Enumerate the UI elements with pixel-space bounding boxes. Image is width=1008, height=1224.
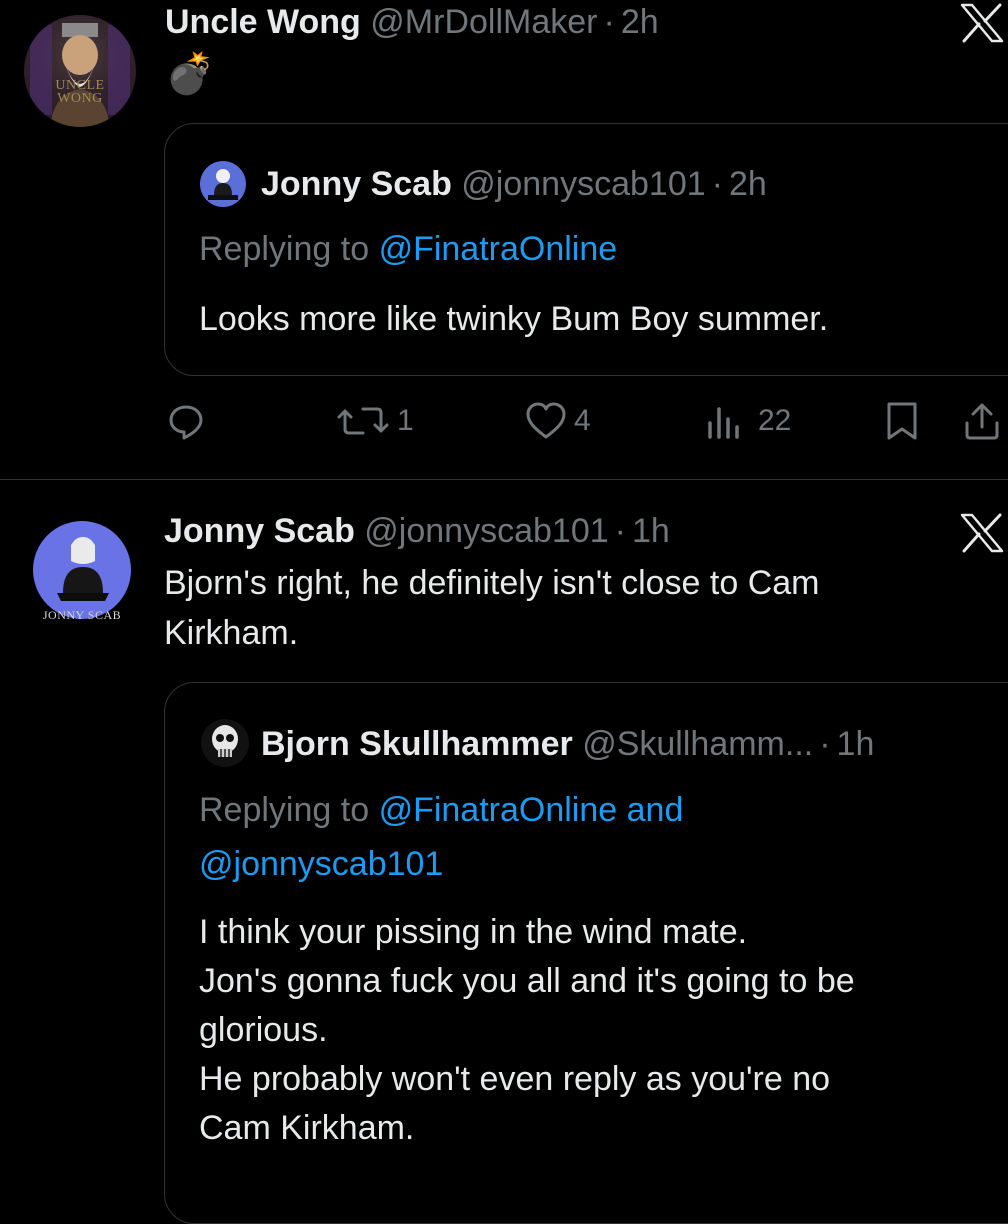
tweet-time[interactable]: 1h	[632, 512, 670, 550]
tweet-header: Jonny Scab @jonnyscab101 · 1h	[164, 506, 670, 556]
quote-header: Jonny Scab @jonnyscab101 · 2h	[261, 160, 767, 208]
share-icon	[965, 403, 999, 440]
avatar-uncle-wong[interactable]: UNCLE WONG	[24, 15, 136, 127]
reply-icon	[169, 405, 203, 440]
author-handle[interactable]: @jonnyscab101	[364, 512, 608, 550]
tweet-body-line: Kirkham.	[164, 614, 299, 652]
quote-author-name[interactable]: Jonny Scab	[261, 165, 452, 203]
retweet-icon	[337, 407, 389, 435]
quote-body: Looks more like twinky Bum Boy summer.	[199, 300, 829, 338]
retweet-button[interactable]: 1	[335, 399, 414, 443]
avatar-caption: JONNY SCAB	[42, 608, 122, 622]
quote-time[interactable]: 1h	[837, 725, 875, 763]
jonny-scab-figure-icon	[208, 169, 238, 200]
replying-to-label: Replying to	[199, 230, 370, 268]
quote-replying-to: Replying to @FinatraOnline and @jonnysca…	[199, 783, 683, 891]
x-logo-icon[interactable]	[960, 513, 1004, 558]
views-button[interactable]: 22	[704, 399, 791, 443]
retweet-count: 1	[397, 404, 414, 437]
mention-link[interactable]: @jonnyscab101	[199, 845, 443, 883]
avatar-jonny-scab[interactable]	[33, 521, 131, 619]
mention-link[interactable]: @FinatraOnline	[379, 230, 618, 268]
bookmark-icon	[887, 402, 917, 440]
uncle-wong-portrait-icon	[24, 15, 136, 127]
author-name[interactable]: Uncle Wong	[165, 3, 361, 41]
dot-separator: ·	[819, 725, 831, 763]
quote-body-line: I think your pissing in the wind mate.	[199, 913, 748, 951]
author-handle[interactable]: @MrDollMaker	[370, 3, 597, 41]
tweet-body-line: Bjorn's right, he definitely isn't close…	[164, 564, 820, 602]
quote-body-line: Cam Kirkham.	[199, 1109, 415, 1147]
replying-to-label: Replying to	[199, 791, 370, 829]
quote-author-handle[interactable]: @Skullhamm...	[582, 725, 813, 763]
bomb-emoji: 💣	[165, 52, 215, 96]
tweet-body: Bjorn's right, he definitely isn't close…	[164, 558, 820, 658]
views-count: 22	[758, 404, 792, 437]
like-count: 4	[574, 404, 591, 437]
mention-link[interactable]: @FinatraOnline and	[379, 791, 684, 829]
quote-body-line: Jon's gonna fuck you all and it's going …	[199, 962, 855, 1000]
jonny-scab-figure-icon	[57, 537, 109, 601]
quote-avatar-bjorn[interactable]	[201, 719, 249, 767]
quote-body-line: glorious.	[199, 1011, 328, 1049]
skull-icon	[212, 725, 238, 757]
tweet-divider	[0, 479, 1008, 480]
quote-body-line: He probably won't even reply as you're n…	[199, 1060, 831, 1098]
quote-author-name[interactable]: Bjorn Skullhammer	[261, 725, 573, 763]
tweet-time[interactable]: 2h	[621, 3, 659, 41]
quote-replying-to: Replying to @FinatraOnline	[199, 224, 617, 274]
x-logo-icon[interactable]	[960, 3, 1004, 48]
dot-separator: ·	[711, 165, 723, 203]
bookmark-button[interactable]	[884, 399, 920, 443]
quote-author-handle[interactable]: @jonnyscab101	[461, 165, 705, 203]
views-icon	[708, 407, 739, 439]
reply-button[interactable]	[166, 399, 206, 443]
quote-time[interactable]: 2h	[729, 165, 767, 203]
dot-separator: ·	[614, 512, 626, 550]
avatar-caption-line2: WONG	[57, 91, 103, 106]
share-button[interactable]	[962, 399, 1002, 443]
tweet-header: Uncle Wong @MrDollMaker · 2h	[165, 0, 659, 44]
like-button[interactable]: 4	[524, 399, 591, 443]
dot-separator: ·	[603, 3, 615, 41]
quote-header: Bjorn Skullhammer @Skullhamm... · 1h	[261, 718, 874, 770]
quote-body: I think your pissing in the wind mate. J…	[199, 908, 855, 1153]
author-name[interactable]: Jonny Scab	[164, 512, 355, 550]
like-icon	[526, 402, 566, 439]
quote-avatar-jonny-scab[interactable]	[200, 161, 246, 207]
